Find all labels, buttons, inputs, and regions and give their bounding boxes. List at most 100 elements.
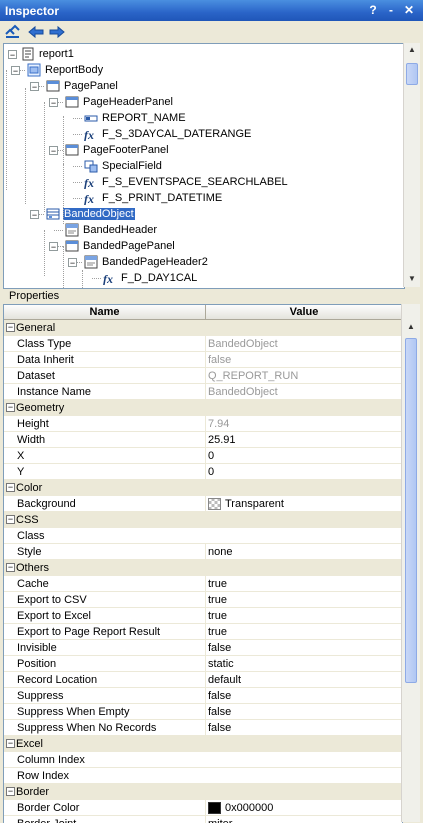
- property-row[interactable]: Suppress false: [4, 688, 402, 704]
- property-category[interactable]: − CSS: [4, 512, 402, 528]
- category-name: Geometry: [16, 402, 65, 414]
- property-value[interactable]: Transparent: [205, 496, 402, 512]
- property-value[interactable]: true: [205, 624, 402, 640]
- tree-node[interactable]: PageHeaderPanel: [65, 94, 174, 110]
- property-row[interactable]: Width 25.91: [4, 432, 402, 448]
- tree-expand-toggle[interactable]: −: [8, 49, 17, 59]
- component-tree[interactable]: − report1− ReportBody − PagePanel − PageHeader…: [3, 43, 405, 289]
- value-column-header[interactable]: Value: [205, 305, 402, 320]
- property-row[interactable]: Export to CSV true: [4, 592, 402, 608]
- property-value[interactable]: true: [205, 592, 402, 608]
- property-row[interactable]: Dataset Q_REPORT_RUN: [4, 368, 402, 384]
- panel-icon: [65, 239, 79, 253]
- properties-scrollbar[interactable]: ▲: [401, 304, 420, 822]
- tree-scroll-thumb[interactable]: [406, 63, 418, 85]
- property-row[interactable]: Invisible false: [4, 640, 402, 656]
- tree-node[interactable]: BandedObject: [46, 206, 135, 222]
- property-category[interactable]: − Others: [4, 560, 402, 576]
- property-name: Suppress: [17, 690, 64, 702]
- property-value[interactable]: 0x000000: [205, 800, 402, 816]
- property-row[interactable]: Y0: [4, 464, 402, 480]
- property-row[interactable]: Suppress When No Records false: [4, 720, 402, 736]
- scroll-up-icon[interactable]: ▲: [405, 43, 419, 57]
- property-row[interactable]: Height 7.94: [4, 416, 402, 432]
- tree-node[interactable]: fx F_D_DAY1CAL: [103, 270, 198, 286]
- tree-node[interactable]: ReportBody: [27, 62, 104, 78]
- forward-arrow-icon[interactable]: [48, 24, 66, 40]
- property-value[interactable]: 25.91: [205, 432, 402, 448]
- name-column-header[interactable]: Name: [4, 305, 205, 320]
- property-category[interactable]: − Border: [4, 784, 402, 800]
- category-collapse-icon[interactable]: −: [6, 323, 15, 332]
- tree-node[interactable]: BandedHeader: [65, 222, 158, 238]
- property-row[interactable]: X0: [4, 448, 402, 464]
- property-name: Data Inherit: [17, 354, 74, 366]
- property-row[interactable]: Cache true: [4, 576, 402, 592]
- tree-node[interactable]: fx F_S_PRINT_DATETIME: [84, 190, 223, 206]
- tree-node[interactable]: PagePanel: [46, 78, 119, 94]
- tree-expand-toggle[interactable]: −: [68, 258, 77, 268]
- tree-node[interactable]: fx F_S_3DAYCAL_DATERANGE: [84, 126, 252, 142]
- tree-node[interactable]: PageFooterPanel: [65, 142, 170, 158]
- property-row[interactable]: Row Index: [4, 768, 402, 784]
- scroll-down-icon[interactable]: ▼: [405, 272, 419, 286]
- tree-node[interactable]: fx F_S_EVENTSPACE_SEARCHLABEL: [84, 174, 289, 190]
- tree-node[interactable]: BandedPageHeader2: [84, 254, 209, 270]
- properties-scroll-thumb[interactable]: [405, 338, 417, 683]
- property-row[interactable]: Style none: [4, 544, 402, 560]
- category-collapse-icon[interactable]: −: [6, 483, 15, 492]
- property-value[interactable]: static: [205, 656, 402, 672]
- tree-expand-toggle[interactable]: −: [49, 98, 58, 108]
- color-swatch-icon: [208, 802, 221, 815]
- category-collapse-icon[interactable]: −: [6, 403, 15, 412]
- property-value[interactable]: 0: [205, 464, 402, 480]
- scroll-up-icon[interactable]: ▲: [404, 320, 418, 334]
- help-button[interactable]: ?: [366, 3, 380, 17]
- tree-node-label: SpecialField: [102, 160, 162, 173]
- property-category[interactable]: − General: [4, 320, 402, 336]
- tree-expand-toggle[interactable]: −: [49, 242, 58, 252]
- property-value[interactable]: true: [205, 608, 402, 624]
- tree-expand-toggle[interactable]: −: [49, 146, 58, 156]
- category-collapse-icon[interactable]: −: [6, 515, 15, 524]
- tree-expand-toggle[interactable]: −: [11, 66, 20, 76]
- property-row[interactable]: Column Index: [4, 752, 402, 768]
- property-value[interactable]: false: [205, 640, 402, 656]
- property-row[interactable]: Border Color 0x000000: [4, 800, 402, 816]
- tree-scrollbar[interactable]: ▲ ▼: [403, 43, 420, 287]
- property-value[interactable]: none: [205, 544, 402, 560]
- property-value[interactable]: false: [205, 720, 402, 736]
- property-row[interactable]: Export to Excel true: [4, 608, 402, 624]
- back-arrow-icon[interactable]: [27, 24, 45, 40]
- tree-node[interactable]: REPORT_NAME: [84, 110, 187, 126]
- property-row[interactable]: Instance Name BandedObject: [4, 384, 402, 400]
- category-collapse-icon[interactable]: −: [6, 739, 15, 748]
- tree-expand-toggle[interactable]: −: [30, 82, 39, 92]
- property-value[interactable]: true: [205, 576, 402, 592]
- property-row[interactable]: Class Type BandedObject: [4, 336, 402, 352]
- property-row[interactable]: Class: [4, 528, 402, 544]
- dropdown-button[interactable]: -: [384, 3, 398, 17]
- property-value[interactable]: default: [205, 672, 402, 688]
- property-row[interactable]: Record Location default: [4, 672, 402, 688]
- collapse-all-icon[interactable]: [4, 24, 22, 40]
- property-row[interactable]: Position static: [4, 656, 402, 672]
- property-category[interactable]: − Geometry: [4, 400, 402, 416]
- property-grid[interactable]: Name Value − General Class Type BandedObjec…: [3, 304, 403, 823]
- tree-node[interactable]: SpecialField: [84, 158, 163, 174]
- property-row[interactable]: Background Transparent: [4, 496, 402, 512]
- property-row[interactable]: Suppress When Empty false: [4, 704, 402, 720]
- tree-node[interactable]: BandedPagePanel: [65, 238, 176, 254]
- property-value[interactable]: false: [205, 704, 402, 720]
- close-button[interactable]: ✕: [402, 3, 416, 17]
- property-category[interactable]: − Color: [4, 480, 402, 496]
- property-category[interactable]: − Excel: [4, 736, 402, 752]
- category-collapse-icon[interactable]: −: [6, 563, 15, 572]
- property-row[interactable]: Data Inherit false: [4, 352, 402, 368]
- tree-node[interactable]: − report1: [8, 46, 75, 62]
- property-row[interactable]: Export to Page Report Result true: [4, 624, 402, 640]
- category-collapse-icon[interactable]: −: [6, 787, 15, 796]
- property-value[interactable]: 0: [205, 448, 402, 464]
- tree-expand-toggle[interactable]: −: [30, 210, 39, 220]
- property-value[interactable]: false: [205, 688, 402, 704]
